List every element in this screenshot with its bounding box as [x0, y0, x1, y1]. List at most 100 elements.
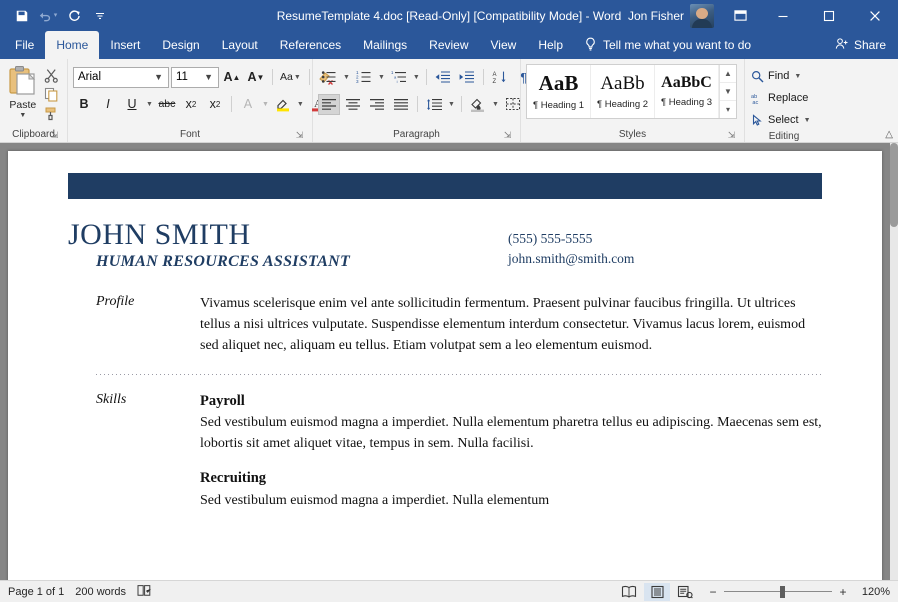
zoom-slider-thumb[interactable] — [780, 586, 785, 598]
decrease-indent-icon[interactable] — [432, 67, 454, 88]
font-size-combo[interactable]: 11 ▼ — [171, 67, 219, 88]
sort-icon[interactable]: AZ — [489, 67, 511, 88]
ribbon-display-options-icon[interactable] — [720, 0, 760, 31]
paste-dropdown-icon[interactable]: ▼ — [19, 112, 26, 119]
collapse-ribbon-icon[interactable]: △ — [885, 129, 893, 140]
zoom-slider[interactable] — [724, 586, 832, 598]
format-painter-icon[interactable] — [43, 105, 60, 121]
shrink-font-button[interactable]: A▼ — [245, 66, 267, 88]
section-divider — [96, 374, 822, 375]
highlight-dropdown-icon[interactable]: ▼ — [296, 101, 305, 108]
multilevel-dropdown-icon[interactable]: ▼ — [412, 74, 421, 81]
save-icon[interactable] — [10, 5, 34, 27]
tab-help[interactable]: Help — [527, 31, 574, 59]
align-center-icon[interactable] — [342, 94, 364, 115]
font-family-combo[interactable]: Arial ▼ — [73, 67, 169, 88]
select-dropdown-icon[interactable]: ▼ — [803, 117, 812, 124]
bold-button[interactable]: B — [73, 93, 95, 115]
style-heading-1[interactable]: AaB ¶ Heading 1 — [527, 65, 591, 118]
multilevel-list-icon[interactable]: 1ai — [388, 67, 410, 88]
increase-indent-icon[interactable] — [456, 67, 478, 88]
zoom-out-button[interactable]: − — [708, 585, 718, 599]
style-preview: AaBb — [600, 74, 644, 93]
tell-me-label: Tell me what you want to do — [603, 38, 751, 52]
change-case-button[interactable]: Aa▼ — [278, 66, 304, 88]
ribbon-group-clipboard: Paste ▼ Clipboard ⇲ — [0, 59, 68, 142]
numbering-icon[interactable]: 123 — [353, 67, 375, 88]
style-name: ¶ Heading 2 — [597, 99, 648, 110]
customize-qat-icon[interactable] — [88, 5, 112, 27]
shading-dropdown-icon[interactable]: ▼ — [491, 101, 500, 108]
styles-more-icon[interactable]: ▾ — [720, 100, 736, 118]
proofing-errors-icon[interactable] — [137, 584, 163, 600]
find-button[interactable]: Find ▼ — [750, 66, 802, 86]
underline-dropdown-icon[interactable]: ▼ — [145, 101, 154, 108]
quick-access-toolbar: ▾ — [0, 5, 112, 27]
subscript-button[interactable]: x2 — [180, 93, 202, 115]
underline-button[interactable]: U — [121, 93, 143, 115]
redo-icon[interactable] — [62, 5, 86, 27]
line-spacing-dropdown-icon[interactable]: ▼ — [447, 101, 456, 108]
tab-insert[interactable]: Insert — [99, 31, 151, 59]
account-area[interactable]: Jon Fisher — [628, 4, 720, 28]
tab-layout[interactable]: Layout — [211, 31, 269, 59]
styles-dialog-launcher-icon[interactable]: ⇲ — [726, 130, 737, 141]
justify-icon[interactable] — [390, 94, 412, 115]
highlight-color-button[interactable] — [272, 93, 294, 115]
line-spacing-icon[interactable] — [423, 94, 445, 115]
replace-button[interactable]: abac Replace — [750, 88, 808, 108]
font-dialog-launcher-icon[interactable]: ⇲ — [294, 130, 305, 141]
copy-icon[interactable] — [43, 86, 60, 102]
svg-text:i: i — [396, 79, 397, 84]
resume-name: JOHN SMITH — [68, 219, 508, 251]
share-label: Share — [854, 38, 886, 52]
find-dropdown-icon[interactable]: ▼ — [793, 73, 802, 80]
strikethrough-button[interactable]: abc — [156, 93, 178, 115]
tab-review[interactable]: Review — [418, 31, 479, 59]
grow-font-button[interactable]: A▲ — [221, 66, 243, 88]
close-icon[interactable] — [852, 0, 898, 31]
cut-icon[interactable] — [43, 67, 60, 83]
zoom-in-button[interactable]: + — [838, 585, 848, 599]
editing-group-label: Editing — [750, 130, 818, 142]
tell-me-search[interactable]: Tell me what you want to do — [574, 31, 761, 59]
undo-icon[interactable]: ▾ — [36, 5, 60, 27]
bullets-icon[interactable] — [318, 67, 340, 88]
zoom-level-label[interactable]: 120% — [854, 586, 890, 598]
vertical-scrollbar[interactable] — [890, 143, 898, 580]
select-button[interactable]: Select ▼ — [750, 110, 812, 130]
styles-scroll-down-icon[interactable]: ▼ — [720, 82, 736, 100]
word-count[interactable]: 200 words — [75, 586, 137, 598]
tab-view[interactable]: View — [480, 31, 528, 59]
numbering-dropdown-icon[interactable]: ▼ — [377, 74, 386, 81]
clipboard-dialog-launcher-icon[interactable]: ⇲ — [49, 130, 60, 141]
avatar[interactable] — [690, 4, 714, 28]
page-indicator[interactable]: Page 1 of 1 — [8, 586, 75, 598]
resume-section-profile: Profile Vivamus scelerisque enim vel ant… — [68, 293, 822, 356]
tab-home[interactable]: Home — [45, 31, 99, 59]
align-right-icon[interactable] — [366, 94, 388, 115]
shading-icon[interactable] — [467, 94, 489, 115]
paragraph-dialog-launcher-icon[interactable]: ⇲ — [502, 130, 513, 141]
style-heading-2[interactable]: AaBb ¶ Heading 2 — [591, 65, 655, 118]
styles-scroll-up-icon[interactable]: ▲ — [720, 65, 736, 82]
scrollbar-thumb[interactable] — [890, 143, 898, 227]
document-page[interactable]: JOHN SMITH HUMAN RESOURCES ASSISTANT (55… — [8, 151, 882, 580]
paste-button[interactable]: Paste ▼ — [5, 64, 41, 121]
align-left-icon[interactable] — [318, 94, 340, 115]
tab-file[interactable]: File — [4, 31, 45, 59]
tab-design[interactable]: Design — [151, 31, 210, 59]
italic-button[interactable]: I — [97, 93, 119, 115]
divider — [417, 96, 418, 112]
zoom-control[interactable]: − + 120% — [700, 585, 890, 599]
resume-email: john.smith@smith.com — [508, 249, 634, 269]
style-heading-3[interactable]: AaBbC ¶ Heading 3 — [655, 65, 719, 118]
maximize-icon[interactable] — [806, 0, 852, 31]
tab-mailings[interactable]: Mailings — [352, 31, 418, 59]
bullets-dropdown-icon[interactable]: ▼ — [342, 74, 351, 81]
skill-body-payroll: Sed vestibulum euismod magna a imperdiet… — [200, 412, 822, 454]
minimize-icon[interactable] — [760, 0, 806, 31]
superscript-button[interactable]: x2 — [204, 93, 226, 115]
tab-references[interactable]: References — [269, 31, 352, 59]
share-button[interactable]: Share — [835, 31, 898, 59]
